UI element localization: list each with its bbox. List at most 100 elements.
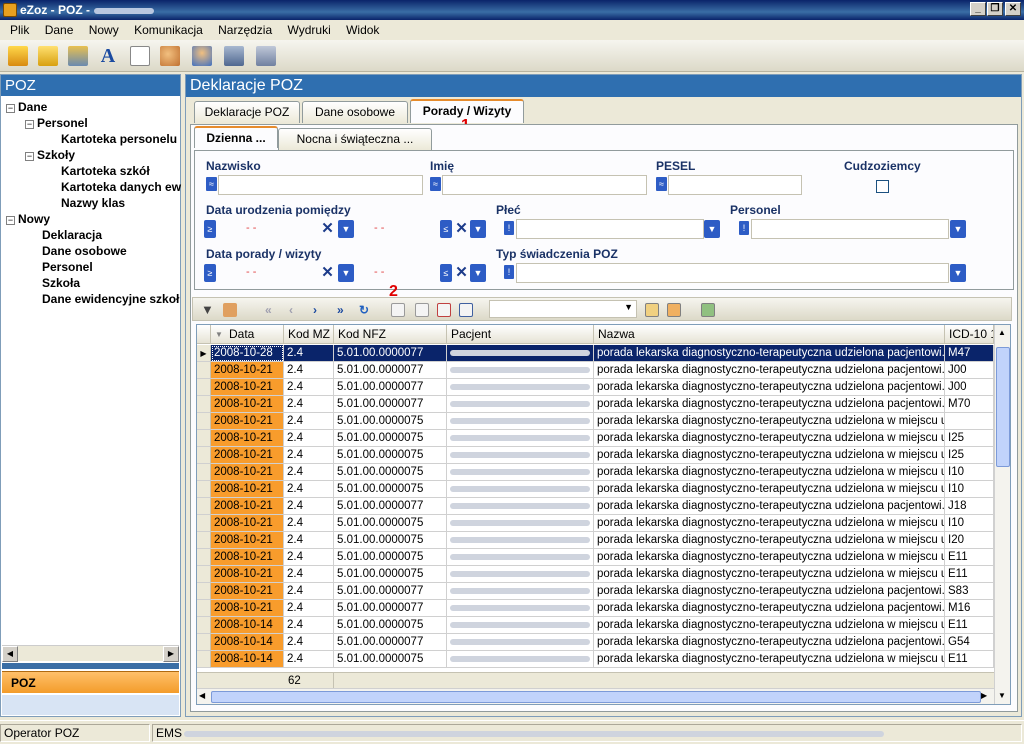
row-header[interactable]	[197, 651, 211, 668]
dropdown-arrow-icon[interactable]: ▼	[338, 220, 354, 238]
subtab-nocna-swiateczna[interactable]: Nocna i świąteczna ...	[278, 128, 432, 150]
nazwisko-input[interactable]	[218, 175, 423, 195]
clear-icon[interactable]: ✕	[454, 264, 469, 282]
row-header[interactable]	[197, 532, 211, 549]
scroll-left-icon[interactable]: ◀	[199, 691, 205, 700]
column-header-pacjent[interactable]: Pacjent	[447, 325, 594, 344]
menu-plik[interactable]: Plik	[0, 20, 35, 40]
row-header[interactable]	[197, 634, 211, 651]
menu-widok[interactable]: Widok	[340, 20, 385, 40]
previous-record-icon[interactable]: ‹	[289, 303, 303, 317]
row-header[interactable]	[197, 464, 211, 481]
menu-nowy[interactable]: Nowy	[83, 20, 125, 40]
table-row[interactable]: 2008-10-14 2.4 5.01.00.0000075 porada lekar…	[197, 617, 994, 634]
filter-operator-icon[interactable]: !	[504, 221, 514, 235]
menu-dane[interactable]: Dane	[39, 20, 80, 40]
table-row[interactable]: 2008-10-21 2.4 5.01.00.0000077 porada lekar…	[197, 600, 994, 617]
column-header-kod-mz[interactable]: Kod MZ	[284, 325, 334, 344]
scroll-thumb[interactable]	[211, 691, 981, 703]
filter-operator-icon[interactable]: !	[504, 265, 514, 279]
buildings-icon[interactable]	[256, 46, 276, 66]
tree-item-kartoteka-personelu[interactable]: Kartoteka personelu	[61, 132, 177, 146]
tree-item-szkola[interactable]: Szkoła	[42, 276, 80, 290]
table-row[interactable]: 2008-10-21 2.4 5.01.00.0000075 porada lekar…	[197, 481, 994, 498]
tree-node-szkoly[interactable]: − Szkoły	[25, 148, 75, 162]
clear-icon[interactable]: ✕	[320, 220, 335, 238]
preview-record-icon[interactable]	[459, 303, 473, 317]
tree-item-dane-osobowe[interactable]: Dane osobowe	[42, 244, 127, 258]
tree-item-kartoteka-danych[interactable]: Kartoteka danych ew	[61, 180, 181, 194]
table-row[interactable]: 2008-10-21 2.4 5.01.00.0000075 porada lekar…	[197, 464, 994, 481]
range-operator-icon[interactable]: ≤	[440, 264, 452, 282]
row-header[interactable]	[197, 617, 211, 634]
row-header[interactable]	[197, 447, 211, 464]
row-header[interactable]	[197, 515, 211, 532]
dropdown-arrow-icon[interactable]: ▼	[950, 220, 966, 238]
close-button[interactable]: ✕	[1005, 2, 1021, 16]
panel-splitter[interactable]	[2, 663, 179, 669]
filter-operator-icon[interactable]: ≈	[656, 177, 667, 191]
dropdown-arrow-icon[interactable]: ▼	[338, 264, 354, 282]
scroll-up-icon[interactable]: ▲	[998, 328, 1006, 337]
range-operator-icon[interactable]: ≥	[204, 264, 216, 282]
new-record-icon[interactable]	[391, 303, 405, 317]
menu-wydruki[interactable]: Wydruki	[282, 20, 337, 40]
collapse-icon[interactable]: −	[6, 216, 15, 225]
scroll-down-icon[interactable]: ▼	[998, 691, 1006, 700]
delete-record-icon[interactable]	[437, 303, 451, 317]
row-header[interactable]	[197, 362, 211, 379]
imie-input[interactable]	[442, 175, 647, 195]
tree-item-nazwy-klas[interactable]: Nazwy klas	[61, 196, 125, 210]
filter-operator-icon[interactable]: ≈	[430, 177, 441, 191]
table-row[interactable]: 2008-10-21 2.4 5.01.00.0000075 porada lekar…	[197, 430, 994, 447]
scroll-right-icon[interactable]: ▶	[163, 646, 179, 662]
restore-button[interactable]: ❐	[987, 2, 1003, 16]
table-row[interactable]: 2008-10-21 2.4 5.01.00.0000075 porada lekar…	[197, 532, 994, 549]
tab-dane-osobowe[interactable]: Dane osobowe	[302, 101, 408, 123]
row-header[interactable]	[197, 600, 211, 617]
table-row[interactable]: 2008-10-21 2.4 5.01.00.0000077 porada lekar…	[197, 362, 994, 379]
table-row[interactable]: 2008-10-21 2.4 5.01.00.0000077 porada lekar…	[197, 396, 994, 413]
doctor-icon[interactable]	[192, 46, 212, 66]
table-row[interactable]: 2008-10-21 2.4 5.01.00.0000075 porada lekar…	[197, 566, 994, 583]
personel-select[interactable]	[751, 219, 949, 239]
minimize-button[interactable]: _	[970, 2, 986, 16]
typ-swiadczenia-select[interactable]	[516, 263, 949, 283]
dropdown-arrow-icon[interactable]: ▼	[624, 302, 633, 312]
column-header-nazwa[interactable]: Nazwa	[594, 325, 945, 344]
dropdown-arrow-icon[interactable]: ▼	[704, 220, 720, 238]
last-record-icon[interactable]: »	[337, 303, 351, 317]
export-icon[interactable]	[701, 303, 715, 317]
clear-icon[interactable]: ✕	[454, 220, 469, 238]
tree-node-dane[interactable]: − Dane	[6, 100, 47, 114]
table-row[interactable]: 2008-10-14 2.4 5.01.00.0000075 porada lekar…	[197, 651, 994, 668]
next-record-icon[interactable]: ›	[313, 303, 327, 317]
table-row[interactable]: 2008-10-21 2.4 5.01.00.0000075 porada lekar…	[197, 413, 994, 430]
column-header-icd10[interactable]: ICD-10 1	[945, 325, 994, 344]
grid-horizontal-scrollbar[interactable]: ◀ ▶	[197, 688, 994, 704]
grid-vertical-scrollbar[interactable]: ▲ ▼	[994, 325, 1010, 704]
dropdown-arrow-icon[interactable]: ▼	[470, 264, 486, 282]
table-row[interactable]: ▶ 2008-10-28 2.4 5.01.00.0000077 porada leka…	[197, 345, 994, 362]
range-operator-icon[interactable]: ≤	[440, 220, 452, 238]
table-row[interactable]: 2008-10-21 2.4 5.01.00.0000075 porada lekar…	[197, 447, 994, 464]
row-header[interactable]	[197, 430, 211, 447]
tree-item-personel[interactable]: Personel	[42, 260, 93, 274]
row-header[interactable]	[197, 481, 211, 498]
pesel-input[interactable]	[668, 175, 802, 195]
column-header-kod-nfz[interactable]: Kod NFZ	[334, 325, 447, 344]
table-row[interactable]: 2008-10-21 2.4 5.01.00.0000075 porada lekar…	[197, 515, 994, 532]
filter-clear-icon[interactable]	[223, 303, 237, 317]
row-header[interactable]	[197, 549, 211, 566]
table-row[interactable]: 2008-10-21 2.4 5.01.00.0000077 porada lekar…	[197, 379, 994, 396]
collapse-icon[interactable]: −	[25, 152, 34, 161]
scroll-left-icon[interactable]: ◀	[2, 646, 18, 662]
filter-operator-icon[interactable]: ≈	[206, 177, 217, 191]
scroll-right-icon[interactable]: ▶	[981, 691, 987, 700]
tree-item-deklaracja[interactable]: Deklaracja	[42, 228, 102, 242]
row-header[interactable]	[197, 583, 211, 600]
filter-operator-icon[interactable]: !	[739, 221, 749, 235]
folder-user-icon[interactable]	[8, 46, 28, 66]
collapse-icon[interactable]: −	[25, 120, 34, 129]
birthdate-to-input[interactable]: - -	[358, 219, 438, 239]
